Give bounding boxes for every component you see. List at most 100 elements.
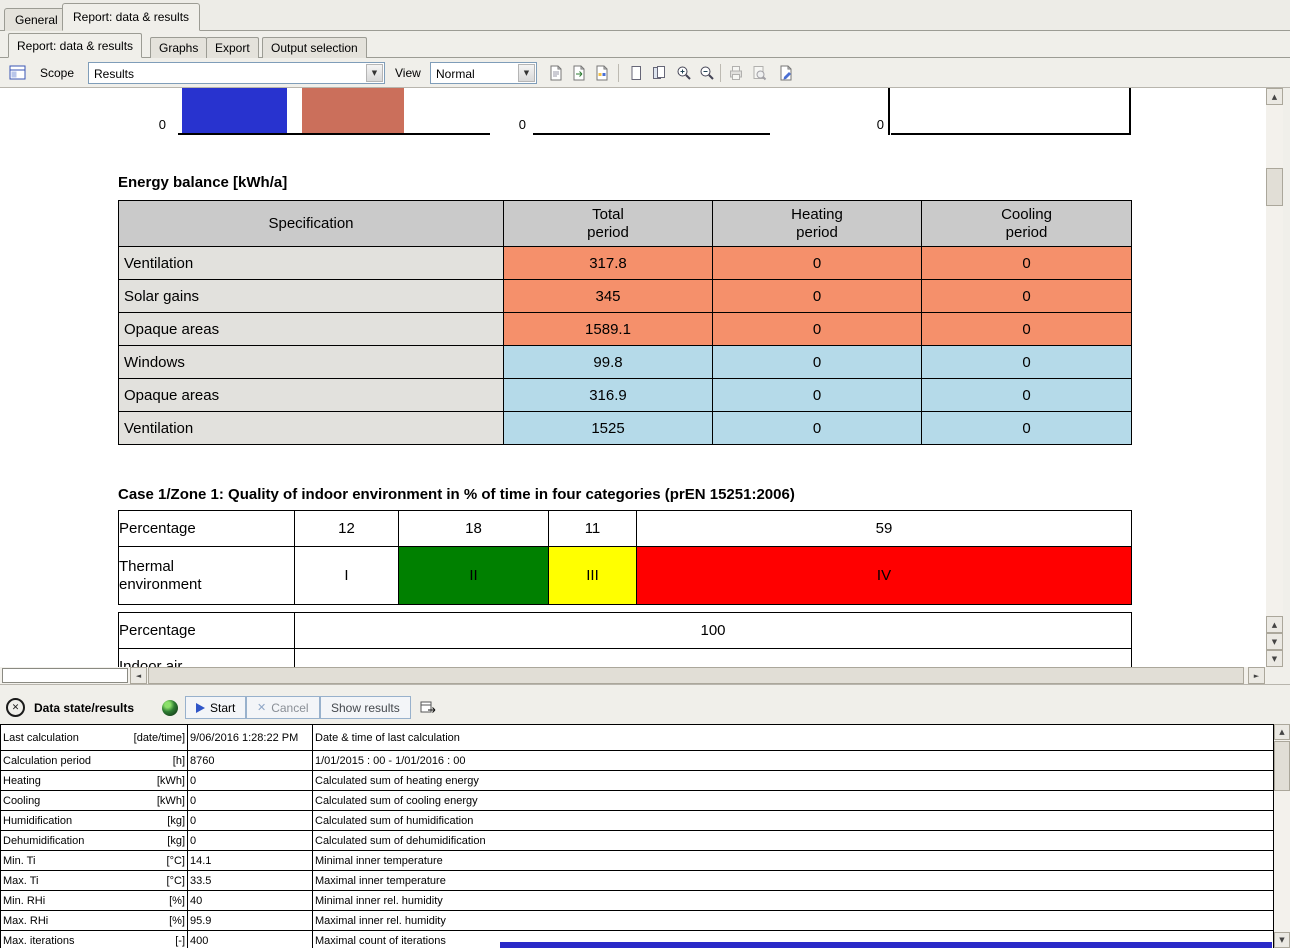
quality-percentage-table: Percentage 100 [118,612,1132,649]
print-icon[interactable] [726,63,746,83]
state-value-cell: 95.9 [188,911,313,931]
show-results-button[interactable]: Show results [320,696,411,719]
page-up-button[interactable]: ▲ [1266,616,1283,633]
play-icon [196,703,205,713]
zoom-in-icon[interactable] [674,63,694,83]
total-cell: 1589.1 [504,313,713,346]
category-cell-3: III [549,547,637,605]
state-name: Max. Ti [3,875,38,887]
total-cell: 99.8 [504,346,713,379]
tab-output-selection[interactable]: Output selection [262,37,367,58]
state-name-cell: Max. Ti [°C] [1,871,188,891]
cooling-cell: 0 [922,379,1132,412]
energy-row: Opaque areas 1589.1 0 0 [119,313,1132,346]
thermal-environment-row: Thermalenvironment I II III IV [119,547,1132,605]
page-single-icon[interactable] [626,63,646,83]
total-cell: 1525 [504,412,713,445]
percentage-row: Percentage 100 [119,613,1132,649]
state-row: Humidification[kg] 0 Calculated sum of h… [1,811,1274,831]
state-name: Last calculation [3,732,79,744]
axis-zero-label: 0 [506,117,526,132]
state-value-cell: 0 [188,831,313,851]
scroll-right-button[interactable]: ► [1248,667,1265,684]
vertical-scroll-thumb[interactable] [1274,741,1290,791]
state-row: Dehumidification[kg] 0 Calculated sum of… [1,831,1274,851]
cooling-cell: 0 [922,313,1132,346]
quality-categories-table: Percentage 12 18 11 59 Thermalenvironmen… [118,510,1132,605]
state-name: Min. RHi [3,895,45,907]
scope-dropdown-button[interactable]: ▼ [366,64,383,82]
tab-export[interactable]: Export [206,37,259,58]
state-desc-cell: Calculated sum of heating energy [313,771,1274,791]
tab-general[interactable]: General [4,8,69,31]
state-name-cell: Cooling[kWh] [1,791,188,811]
report-settings-icon[interactable] [592,63,612,83]
state-desc-cell: Minimal inner temperature [313,851,1274,871]
panel-title: Data state/results [34,692,134,724]
tab-report-data-results[interactable]: Report: data & results [62,3,200,31]
empty-cell [295,649,1132,668]
energy-row: Opaque areas 316.9 0 0 [119,379,1132,412]
print-preview-icon[interactable] [749,63,769,83]
state-name: Min. Ti [3,855,35,867]
report-vertical-scrollbar[interactable]: ▲ ▲ ▼ ▼ [1266,88,1283,667]
data-state-panel-header: ✕ Data state/results Start ✕ Cancel Show… [0,692,1290,724]
view-combobox[interactable]: Normal ▼ [430,62,537,84]
state-desc-cell: Date & time of last calculation [313,725,1274,751]
row-label: Percentage [119,613,295,649]
state-unit: [kg] [167,835,185,847]
page-double-icon[interactable] [649,63,669,83]
cooling-cell: 0 [922,280,1132,313]
show-in-table-icon[interactable] [416,698,442,718]
view-dropdown-button[interactable]: ▼ [518,64,535,82]
copy-report-icon[interactable] [546,63,566,83]
close-panel-button[interactable]: ✕ [6,698,25,717]
state-unit: [°C] [167,875,185,887]
state-name-cell: Max. iterations[-] [1,931,188,948]
heating-cell: 0 [713,379,922,412]
report-tab-bar: Report: data & results Graphs Export Out… [0,31,1290,58]
tab-graphs[interactable]: Graphs [150,37,207,58]
state-name: Calculation period [3,755,91,767]
spec-cell: Ventilation [119,412,504,445]
row-label: Percentage [119,511,295,547]
report-layout-icon[interactable] [8,63,28,83]
row-label: Indoor air [119,649,295,668]
chevron-down-icon: ▼ [524,69,529,77]
horizontal-scroll-thumb[interactable] [148,667,1244,684]
header-line-2: period [1006,224,1048,241]
state-unit: [kWh] [157,775,185,787]
page-down-button[interactable]: ▼ [1266,633,1283,650]
arrow-down-icon: ▼ [1272,638,1277,646]
panel-splitter[interactable] [0,684,1290,692]
scope-combobox[interactable]: Results ▼ [88,62,385,84]
heating-cell: 0 [713,346,922,379]
state-desc-cell: Calculated sum of humidification [313,811,1274,831]
header-line-1: Total [592,206,624,223]
zoom-out-icon[interactable] [697,63,717,83]
scroll-up-button[interactable]: ▲ [1274,724,1290,740]
state-name: Heating [3,775,41,787]
scroll-up-button[interactable]: ▲ [1266,88,1283,105]
vertical-scroll-thumb[interactable] [1266,168,1283,206]
total-cell: 316.9 [504,379,713,412]
edit-report-icon[interactable] [776,63,796,83]
heating-cell: 0 [713,247,922,280]
state-unit: [date/time] [134,732,185,744]
tab-report[interactable]: Report: data & results [8,33,142,58]
energy-row: Solar gains 345 0 0 [119,280,1132,313]
scroll-down-button[interactable]: ▼ [1274,932,1290,948]
state-row: Last calculation[date/time] 9/06/2016 1:… [1,725,1274,751]
cancel-button[interactable]: ✕ Cancel [246,696,320,719]
export-report-icon[interactable] [569,63,589,83]
scroll-down-button[interactable]: ▼ [1266,650,1283,667]
spec-cell: Opaque areas [119,313,504,346]
panel-vertical-scrollbar[interactable]: ▲ ▼ [1274,724,1290,948]
report-horizontal-scrollbar[interactable]: ◄ ► [0,667,1266,684]
state-desc-cell: Maximal inner temperature [313,871,1274,891]
cooling-cell: 0 [922,247,1132,280]
start-button[interactable]: Start [185,696,246,719]
scroll-left-button[interactable]: ◄ [130,667,147,684]
view-label: View [395,66,421,80]
state-row: Max. RHi[%] 95.9 Maximal inner rel. humi… [1,911,1274,931]
